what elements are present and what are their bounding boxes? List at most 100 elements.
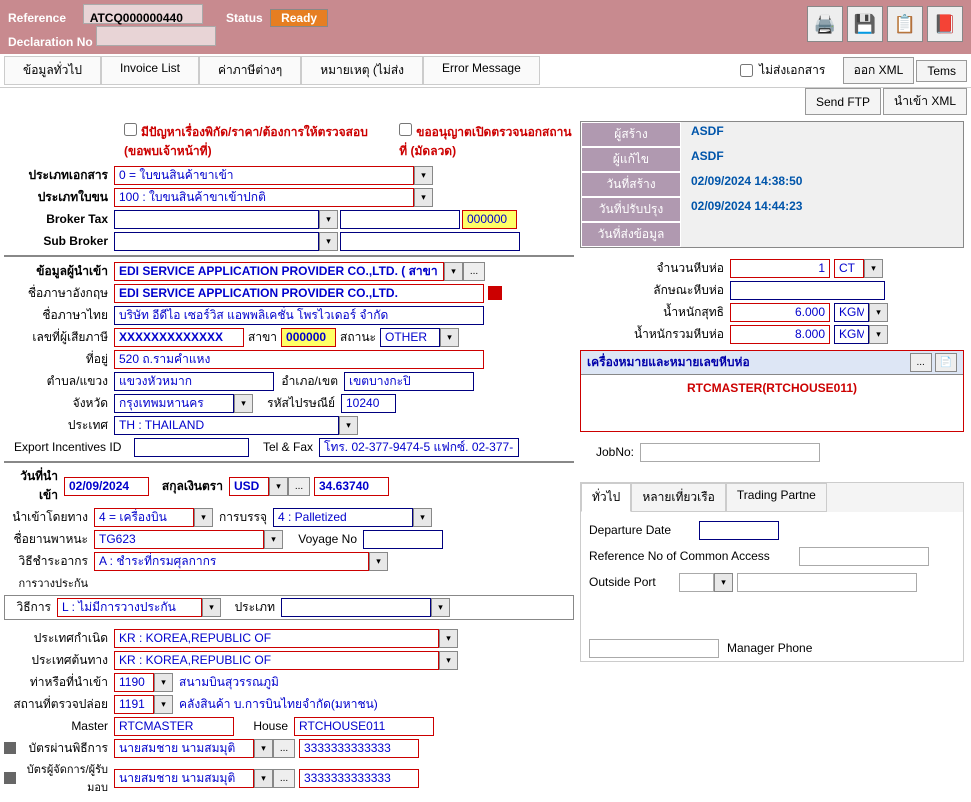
release-arrow-icon[interactable]: ▾ [154,695,173,714]
rate-input[interactable] [314,477,389,496]
gross-input[interactable] [730,325,830,344]
prov-arrow-icon[interactable]: ▾ [234,394,253,413]
telfax-input[interactable] [319,438,519,457]
marks-lookup-button[interactable]: ... [910,353,932,372]
doc-type-arrow-icon[interactable]: ▾ [414,166,433,185]
export-incentives-input[interactable] [134,438,249,457]
gross-unit-input[interactable] [834,325,869,344]
voyage-input[interactable] [363,530,443,549]
marks-action-button[interactable]: 📄 [935,353,957,372]
xml-in-button[interactable]: นำเข้า XML [883,88,967,115]
problem-checkbox[interactable] [124,123,137,136]
book-icon[interactable]: 📕 [927,6,963,42]
mgr-lookup-button[interactable]: ... [273,769,295,788]
pass-input[interactable] [114,739,254,758]
origin-arrow-icon[interactable]: ▾ [439,629,458,648]
master-input[interactable] [114,717,234,736]
name-en-input[interactable] [114,284,484,303]
country-arrow-icon[interactable]: ▾ [339,416,358,435]
clearance-arrow-icon[interactable]: ▾ [369,552,388,571]
net-unit-input[interactable] [834,303,869,322]
mgr-arrow-icon[interactable]: ▾ [254,769,273,788]
broker-tax-input[interactable] [114,210,319,229]
tax-status-input[interactable] [380,328,440,347]
method-arrow-icon[interactable]: ▾ [202,598,221,617]
checklist-icon[interactable]: 📋 [887,6,923,42]
port-arrow-icon[interactable]: ▾ [154,673,173,692]
departure-date-input[interactable] [699,521,779,540]
pack-unit-arrow-icon[interactable]: ▾ [864,259,883,278]
outside-port-arrow-icon[interactable]: ▾ [714,573,733,592]
iwt-arrow-icon[interactable]: ▾ [414,188,433,207]
tab-general[interactable]: ข้อมูลทั่วไป [4,56,101,85]
pack-count-input[interactable] [730,259,830,278]
mgr-num-input[interactable] [299,769,419,788]
outside-port-name[interactable] [737,573,917,592]
via-input[interactable] [94,508,194,527]
subtab-general[interactable]: ทั่วไป [581,483,631,512]
pack-method-arrow-icon[interactable]: ▾ [413,508,432,527]
house-input[interactable] [294,717,434,736]
pack-method-input[interactable] [273,508,413,527]
sub-broker-arrow-icon[interactable]: ▾ [319,232,338,251]
ref-common-input[interactable] [799,547,929,566]
pack-type-input[interactable] [730,281,885,300]
importer-select[interactable] [114,262,444,281]
jobno-input[interactable] [640,443,820,462]
subtab-multi-voyage[interactable]: หลายเที่ยวเรือ [631,483,726,512]
gross-unit-arrow-icon[interactable]: ▾ [869,325,888,344]
method-input[interactable] [57,598,202,617]
sub-broker-name[interactable] [340,232,520,251]
tax-id-input[interactable] [114,328,244,347]
tems-button[interactable]: Tems [916,60,967,82]
currency-lookup-button[interactable]: ... [288,477,310,496]
currency-arrow-icon[interactable]: ▾ [269,477,288,496]
importer-arrow-icon[interactable]: ▾ [444,262,463,281]
subdist-input[interactable] [114,372,274,391]
pass-lookup-button[interactable]: ... [273,739,295,758]
port-code-input[interactable] [114,673,154,692]
via-arrow-icon[interactable]: ▾ [194,508,213,527]
ins-type-arrow-icon[interactable]: ▾ [431,598,450,617]
country-input[interactable] [114,416,339,435]
import-date-input[interactable] [64,477,149,496]
net-input[interactable] [730,303,830,322]
broker-tax-name[interactable] [340,210,460,229]
tab-taxes[interactable]: ค่าภาษีต่างๆ [199,56,301,85]
status-ready-button[interactable]: Ready [270,9,328,27]
pack-unit-input[interactable] [834,259,864,278]
release-code-input[interactable] [114,695,154,714]
dest-input[interactable] [114,651,439,670]
pass-arrow-icon[interactable]: ▾ [254,739,273,758]
addr-input[interactable] [114,350,484,369]
tab-error-message[interactable]: Error Message [423,56,540,85]
doc-type-select[interactable] [114,166,414,185]
currency-input[interactable] [229,477,269,496]
clearance-input[interactable] [94,552,369,571]
prov-input[interactable] [114,394,234,413]
save-icon[interactable]: 💾 [847,6,883,42]
iwt-select[interactable] [114,188,414,207]
branch-input[interactable] [281,328,336,347]
pass-num-input[interactable] [299,739,419,758]
subtab-trading-partner[interactable]: Trading Partne [726,483,827,512]
flag-icon[interactable] [488,286,502,300]
print-icon[interactable]: 🖨️ [807,6,843,42]
tab-remarks[interactable]: หมายเหตุ (ไม่ส่ง [301,56,423,85]
dist-input[interactable] [344,372,474,391]
vessel-input[interactable] [94,530,264,549]
broker-tax-arrow-icon[interactable]: ▾ [319,210,338,229]
mgr-input[interactable] [114,769,254,788]
net-unit-arrow-icon[interactable]: ▾ [869,303,888,322]
vessel-arrow-icon[interactable]: ▾ [264,530,283,549]
origin-input[interactable] [114,629,439,648]
no-send-doc-checkbox[interactable] [740,64,753,77]
manager-phone-input[interactable] [589,639,719,658]
sub-broker-input[interactable] [114,232,319,251]
outside-check-checkbox[interactable] [399,123,412,136]
post-input[interactable] [341,394,396,413]
ins-type-input[interactable] [281,598,431,617]
send-ftp-button[interactable]: Send FTP [805,88,881,115]
outside-port-code[interactable] [679,573,714,592]
xml-out-button[interactable]: ออก XML [843,57,915,84]
